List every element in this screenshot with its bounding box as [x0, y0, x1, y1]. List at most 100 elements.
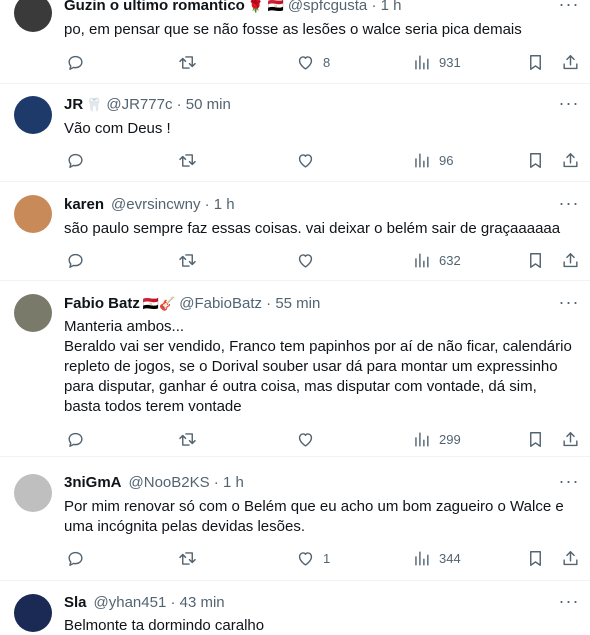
- reply-button[interactable]: [66, 148, 85, 172]
- tweet-header: Sla @yhan451 · 43 min: [64, 593, 225, 613]
- action-bar: 632: [64, 248, 584, 272]
- like-button[interactable]: [296, 248, 323, 272]
- user-handle[interactable]: @FabioBatz: [179, 295, 262, 312]
- views-button[interactable]: 344: [412, 546, 461, 570]
- tweet-time[interactable]: · 50 min: [177, 96, 231, 113]
- bookmark-button[interactable]: [526, 427, 545, 451]
- share-button[interactable]: [561, 546, 580, 570]
- share-button[interactable]: [561, 50, 580, 74]
- share-icon: [563, 54, 578, 69]
- tweet-time[interactable]: · 55 min: [266, 295, 320, 312]
- reply-button[interactable]: [66, 248, 85, 272]
- reply-icon: [68, 55, 83, 70]
- tweet-item[interactable]: karen @evrsincwny · 1 h ··· são paulo sem…: [0, 182, 590, 281]
- avatar[interactable]: [14, 474, 52, 512]
- reply-button[interactable]: [66, 427, 85, 451]
- share-button[interactable]: [561, 148, 580, 172]
- views-count: 299: [439, 431, 461, 447]
- reply-icon: [68, 153, 83, 168]
- action-bar: 8 931: [64, 50, 584, 74]
- bookmark-icon: [530, 431, 541, 447]
- tweet-item[interactable]: JR 🦷 @JR777c · 50 min ··· Vão com Deus ! 9…: [0, 84, 590, 182]
- user-handle[interactable]: @JR777c: [106, 96, 172, 113]
- share-button[interactable]: [561, 248, 580, 272]
- name-emoji: 🇪🇬🎸: [142, 296, 176, 311]
- user-name[interactable]: Sla: [64, 594, 87, 611]
- views-button[interactable]: 299: [412, 427, 461, 451]
- user-handle[interactable]: @yhan451: [94, 594, 167, 611]
- retweet-button[interactable]: [178, 148, 197, 172]
- tweet-item[interactable]: 3niGmA @NooB2KS · 1 h ··· Por mim renovar…: [0, 457, 590, 581]
- share-icon: [563, 431, 578, 446]
- heart-icon: [298, 253, 313, 268]
- avatar[interactable]: [14, 294, 52, 332]
- retweet-button[interactable]: [178, 248, 197, 272]
- views-button[interactable]: 632: [412, 248, 461, 272]
- tweet-time[interactable]: · 1 h: [371, 0, 401, 14]
- retweet-button[interactable]: [178, 427, 197, 451]
- share-icon: [563, 152, 578, 167]
- views-icon: [415, 431, 429, 447]
- user-handle[interactable]: @evrsincwny: [111, 196, 200, 213]
- views-icon: [415, 252, 429, 268]
- more-icon[interactable]: ···: [558, 293, 580, 316]
- avatar[interactable]: [14, 96, 52, 134]
- like-button[interactable]: [296, 427, 323, 451]
- bookmark-button[interactable]: [526, 148, 545, 172]
- tweet-item[interactable]: Guzin o ultimo romantico 🌹 🇪🇬 @spfcgusta ·…: [0, 0, 590, 84]
- bookmark-icon: [530, 252, 541, 268]
- user-name[interactable]: karen: [64, 196, 104, 213]
- avatar[interactable]: [14, 195, 52, 233]
- share-icon: [563, 252, 578, 267]
- tweet-header: karen @evrsincwny · 1 h: [64, 195, 235, 215]
- user-name[interactable]: Fabio Batz: [64, 295, 140, 312]
- tweet-text: Por mim renovar só com o Belém que eu ac…: [64, 498, 568, 535]
- views-count: 632: [439, 252, 461, 268]
- views-count: 931: [439, 54, 461, 70]
- user-name[interactable]: JR: [64, 96, 83, 113]
- tweet-time[interactable]: · 43 min: [170, 594, 224, 611]
- bookmark-button[interactable]: [526, 248, 545, 272]
- tweet-time[interactable]: · 1 h: [214, 474, 244, 491]
- retweet-icon: [179, 153, 196, 167]
- user-handle[interactable]: @spfcgusta: [288, 0, 367, 14]
- heart-icon: [298, 551, 313, 566]
- tweet-item[interactable]: Sla @yhan451 · 43 min ··· Belmonte ta dor…: [0, 581, 590, 635]
- like-count: 8: [323, 54, 331, 70]
- heart-icon: [298, 55, 313, 70]
- more-icon[interactable]: ···: [558, 592, 580, 615]
- tweet-time[interactable]: · 1 h: [205, 196, 235, 213]
- like-button[interactable]: [296, 148, 323, 172]
- avatar[interactable]: [14, 594, 52, 632]
- retweet-button[interactable]: [178, 50, 197, 74]
- action-bar: 96: [64, 148, 584, 172]
- retweet-icon: [179, 432, 196, 446]
- user-handle[interactable]: @NooB2KS: [129, 474, 210, 491]
- bookmark-button[interactable]: [526, 50, 545, 74]
- views-icon: [415, 152, 429, 168]
- more-icon[interactable]: ···: [558, 94, 580, 117]
- like-button[interactable]: 1: [296, 546, 330, 570]
- tweet-item[interactable]: Fabio Batz 🇪🇬🎸 @FabioBatz · 55 min ··· Man…: [0, 281, 590, 457]
- more-icon[interactable]: ···: [558, 472, 580, 495]
- views-button[interactable]: 931: [412, 50, 461, 74]
- like-button[interactable]: 8: [296, 50, 330, 74]
- name-emoji: 🌹 🇪🇬: [247, 0, 284, 13]
- more-icon[interactable]: ···: [558, 194, 580, 217]
- share-button[interactable]: [561, 427, 580, 451]
- user-name[interactable]: 3niGmA: [64, 474, 122, 491]
- bookmark-button[interactable]: [526, 546, 545, 570]
- more-icon[interactable]: ···: [558, 0, 580, 18]
- bookmark-icon: [530, 550, 541, 566]
- retweet-button[interactable]: [178, 546, 197, 570]
- retweet-icon: [179, 55, 196, 69]
- reply-button[interactable]: [66, 546, 85, 570]
- user-name[interactable]: Guzin o ultimo romantico: [64, 0, 245, 14]
- views-icon: [415, 54, 429, 70]
- views-button[interactable]: 96: [412, 148, 453, 172]
- views-count: 344: [439, 550, 461, 566]
- reply-icon: [68, 253, 83, 268]
- avatar[interactable]: [14, 0, 52, 32]
- share-icon: [563, 550, 578, 565]
- reply-button[interactable]: [66, 50, 85, 74]
